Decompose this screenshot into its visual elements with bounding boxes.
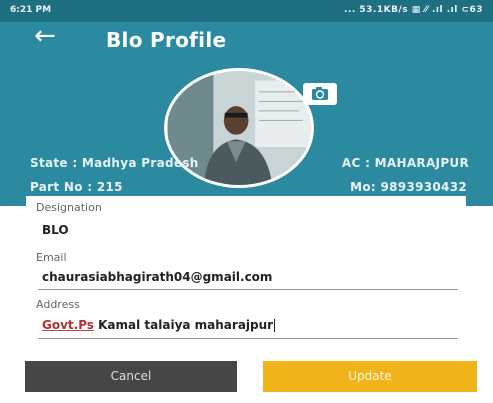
part-number-label: Part No : 215 (30, 180, 123, 194)
address-rest: Kamal talaiya maharajpur (93, 318, 274, 332)
profile-header: ← Blo Profile State : Madhya Pradesh AC … (0, 22, 493, 206)
designation-label: Designation (36, 201, 102, 214)
status-time: 6:21 PM (10, 5, 52, 15)
profile-form: Designation BLO Email chaurasiabhagirath… (26, 196, 466, 360)
cancel-button[interactable]: Cancel (25, 361, 237, 392)
email-label: Email (36, 251, 67, 264)
mobile-label: Mo: 9893930432 (350, 180, 467, 194)
email-field[interactable]: chaurasiabhagirath04@gmail.com (42, 270, 272, 284)
text-cursor (274, 319, 276, 332)
address-prefix: Govt.Ps (42, 318, 94, 332)
address-field-underline (38, 338, 458, 339)
address-field[interactable]: Govt.Ps Kamal talaiya maharajpur (42, 318, 276, 332)
arrow-left-icon[interactable]: ← (34, 22, 64, 50)
designation-value: BLO (42, 223, 69, 237)
email-field-underline (38, 289, 458, 290)
state-label: State : Madhya Pradesh (30, 156, 199, 170)
address-label: Address (36, 298, 80, 311)
avatar (164, 68, 314, 188)
ac-label: AC : MAHARAJPUR (341, 156, 469, 170)
status-indicators: ... 53.1KB/s ▦ ⁄⁄ .ıl .ıl ⊂63 (344, 5, 483, 15)
update-button[interactable]: Update (263, 361, 477, 392)
camera-switch-icon[interactable] (303, 83, 337, 105)
status-bar: 6:21 PM ... 53.1KB/s ▦ ⁄⁄ .ıl .ıl ⊂63 (0, 0, 493, 22)
page-title: Blo Profile (106, 28, 227, 52)
